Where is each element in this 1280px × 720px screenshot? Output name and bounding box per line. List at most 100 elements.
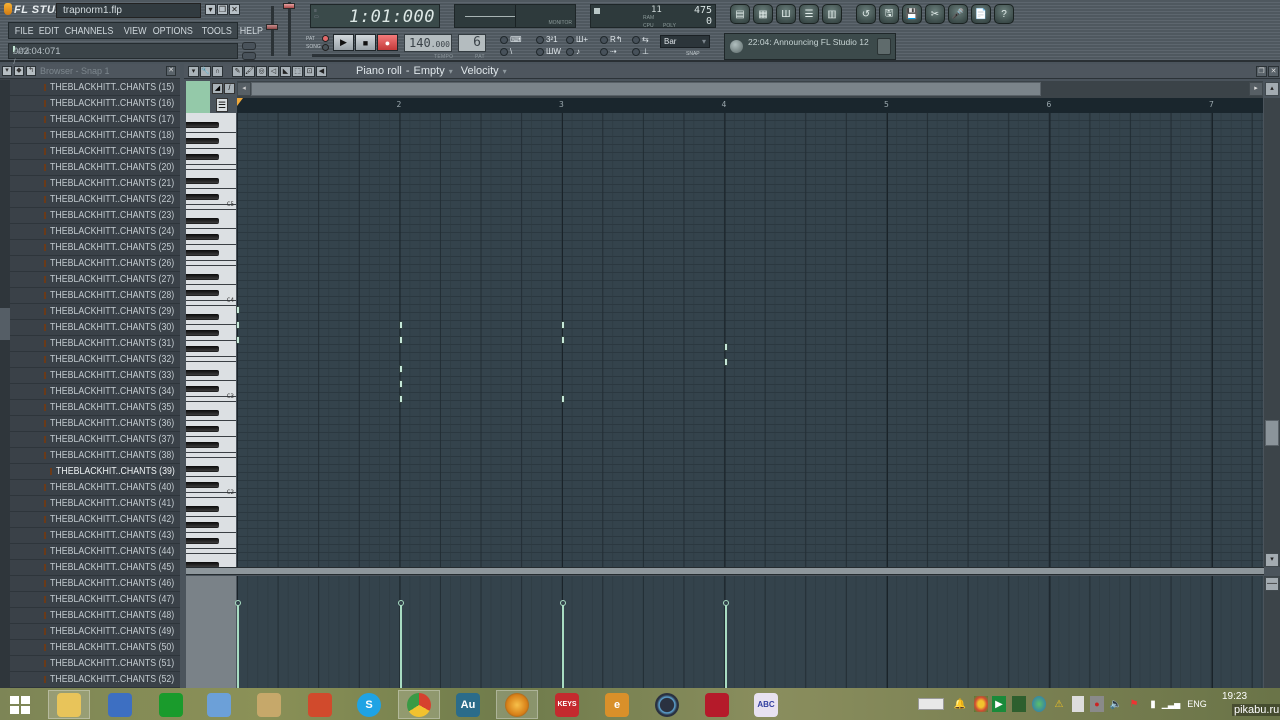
black-key[interactable] (186, 218, 219, 224)
browser-item[interactable]: THEBLACKHITT..CHANTS (24) (10, 224, 180, 240)
usb-tray-icon[interactable] (1072, 696, 1084, 712)
black-key[interactable] (186, 250, 219, 256)
browser-item[interactable]: THEBLACKHITT..CHANTS (32) (10, 352, 180, 368)
menu-tools[interactable]: TOOLS (200, 25, 233, 37)
wait-input-toggle[interactable]: ШW (536, 48, 561, 56)
black-key[interactable] (186, 538, 219, 544)
playback-tool-icon[interactable]: ◀ (316, 66, 327, 77)
download-icon[interactable] (877, 38, 891, 55)
browser-item[interactable]: THEBLACKHITT..CHANTS (47) (10, 592, 180, 608)
velocity-editor[interactable] (235, 576, 1263, 688)
velocity-stem[interactable] (237, 605, 239, 688)
browser-item[interactable]: THEBLACKHITT..CHANTS (41) (10, 496, 180, 512)
note[interactable] (562, 321, 564, 328)
news-ticker[interactable]: 22:04: Announcing FL Studio 12 (724, 33, 896, 60)
piano-roll-button[interactable]: Ш (776, 4, 796, 24)
event-editor-splitter[interactable] (186, 567, 1264, 575)
browser-back-icon[interactable]: ↰ (26, 66, 36, 76)
browser-item[interactable]: THEBLACKHITT..CHANTS (35) (10, 400, 180, 416)
timeline-ruler[interactable]: 2 3 4 5 6 7 (237, 98, 1263, 113)
velocity-handle[interactable] (722, 600, 729, 606)
browser-item[interactable]: THEBLACKHITT..CHANTS (16) (10, 96, 180, 112)
browser-item[interactable]: THEBLACKHITT..CHANTS (42) (10, 512, 180, 528)
blend-notes-toggle[interactable]: ♪ (566, 48, 580, 56)
master-volume-slider[interactable] (266, 24, 278, 30)
online-button[interactable] (242, 52, 256, 60)
browser-item[interactable]: THEBLACKHITT..CHANTS (29) (10, 304, 180, 320)
taskbar-file-explorer[interactable] (48, 690, 90, 719)
browser-item[interactable]: THEBLACKHITT..CHANTS (51) (10, 656, 180, 672)
undo-button[interactable]: ↺ (856, 4, 876, 24)
note[interactable] (399, 381, 402, 388)
countdown-toggle[interactable]: 3²1 (536, 36, 558, 44)
pattern-dropdown-icon[interactable]: ▾ (449, 67, 453, 76)
pattern-selector[interactable]: 6 (458, 34, 486, 52)
taskbar-app-orange[interactable]: e (596, 690, 638, 719)
taskbar-app-red[interactable] (696, 690, 738, 719)
tempo-display[interactable]: 140.000 (404, 34, 452, 52)
taskbar-store[interactable] (150, 690, 192, 719)
scroll-up-icon[interactable]: ▴ (1265, 82, 1279, 96)
browser-item[interactable]: THEBLACKHITT..CHANTS (31) (10, 336, 180, 352)
horizontal-scroll-thumb[interactable] (251, 82, 1041, 96)
scroll-down-icon[interactable]: ▾ (1265, 553, 1279, 567)
black-key[interactable] (186, 234, 219, 240)
note[interactable] (724, 343, 727, 350)
touch-keyboard-icon[interactable] (918, 698, 944, 710)
mute-tool-icon[interactable]: ◁ (268, 66, 279, 77)
browser-item[interactable]: THEBLACKHITT..CHANTS (26) (10, 256, 180, 272)
black-key[interactable] (186, 274, 219, 280)
black-key[interactable] (186, 386, 219, 392)
menu-view[interactable]: VIEW (122, 25, 148, 37)
browser-item[interactable]: THEBLACKHITT..CHANTS (34) (10, 384, 180, 400)
menu-file[interactable]: FILE (13, 25, 35, 37)
browser-menu-icon[interactable]: ▾ (2, 66, 12, 76)
minimize-icon[interactable]: ▾ (205, 4, 216, 15)
player-tray-icon[interactable]: ▶ (992, 696, 1006, 712)
vertical-scroll-thumb[interactable] (1265, 420, 1279, 446)
typing-keyboard-toggle[interactable]: ⌨ (500, 36, 522, 44)
browser-close-icon[interactable]: ✕ (166, 66, 176, 76)
velocity-handle[interactable] (560, 600, 566, 606)
taskbar-app-ring[interactable] (646, 690, 688, 719)
event-selector[interactable]: Velocity (461, 65, 499, 77)
taskbar-this-pc[interactable] (99, 690, 141, 719)
note[interactable] (399, 396, 402, 403)
browser-item[interactable]: THEBLACKHITT..CHANTS (17) (10, 112, 180, 128)
browser-item[interactable]: THEBLACKHITT..CHANTS (21) (10, 176, 180, 192)
scroll-right-icon[interactable]: ▸ (1249, 82, 1263, 96)
black-key[interactable] (186, 346, 219, 352)
play-button[interactable]: ▶ (333, 34, 354, 51)
paint-brush-icon[interactable]: 🖌 (244, 66, 255, 77)
loop-record-toggle[interactable]: ⇆ (632, 36, 649, 44)
save-new-button[interactable]: 🖫 (879, 4, 899, 24)
black-key[interactable] (186, 178, 219, 184)
browser-scrollbar[interactable] (0, 80, 10, 688)
note-grid[interactable] (237, 113, 1263, 567)
piano-keyboard[interactable]: C5 C4 C3 C2 (186, 113, 236, 567)
velocity-stem[interactable] (562, 605, 564, 688)
black-key[interactable] (186, 330, 219, 336)
delete-tool-icon[interactable]: ◎ (256, 66, 267, 77)
event-zoom-out-icon[interactable]: — (1265, 577, 1279, 591)
chrome-tray-icon[interactable] (974, 696, 988, 712)
browser-item[interactable]: THEBLACKHITT..CHANTS (52) (10, 672, 180, 688)
velocity-handle[interactable] (397, 600, 404, 606)
browser-button[interactable]: ☰ (799, 4, 819, 24)
slide-toggle[interactable]: ⇢ (600, 48, 617, 56)
taskbar-keys[interactable]: KEYS (546, 690, 588, 719)
speaker-muted-icon[interactable]: 🔈 (1110, 696, 1122, 712)
velocity-stem[interactable] (399, 605, 402, 688)
browser-item[interactable]: THEBLACKHITT..CHANTS (27) (10, 272, 180, 288)
playhead-marker[interactable] (237, 98, 243, 106)
project-info-button[interactable]: 📄 (971, 4, 991, 24)
taskbar-paint[interactable] (248, 690, 290, 719)
note[interactable] (399, 336, 402, 343)
cut-button[interactable]: ✂ (925, 4, 945, 24)
signal-icon[interactable]: ▁▃▅ (1162, 696, 1180, 712)
language-indicator[interactable]: ENG (1186, 696, 1208, 712)
scroll-left-icon[interactable]: ◂ (237, 82, 251, 96)
slice-tool-icon[interactable]: ◣ (280, 66, 291, 77)
pattern-name[interactable]: Empty (414, 65, 445, 77)
record-audio-button[interactable]: 🎤 (948, 4, 968, 24)
